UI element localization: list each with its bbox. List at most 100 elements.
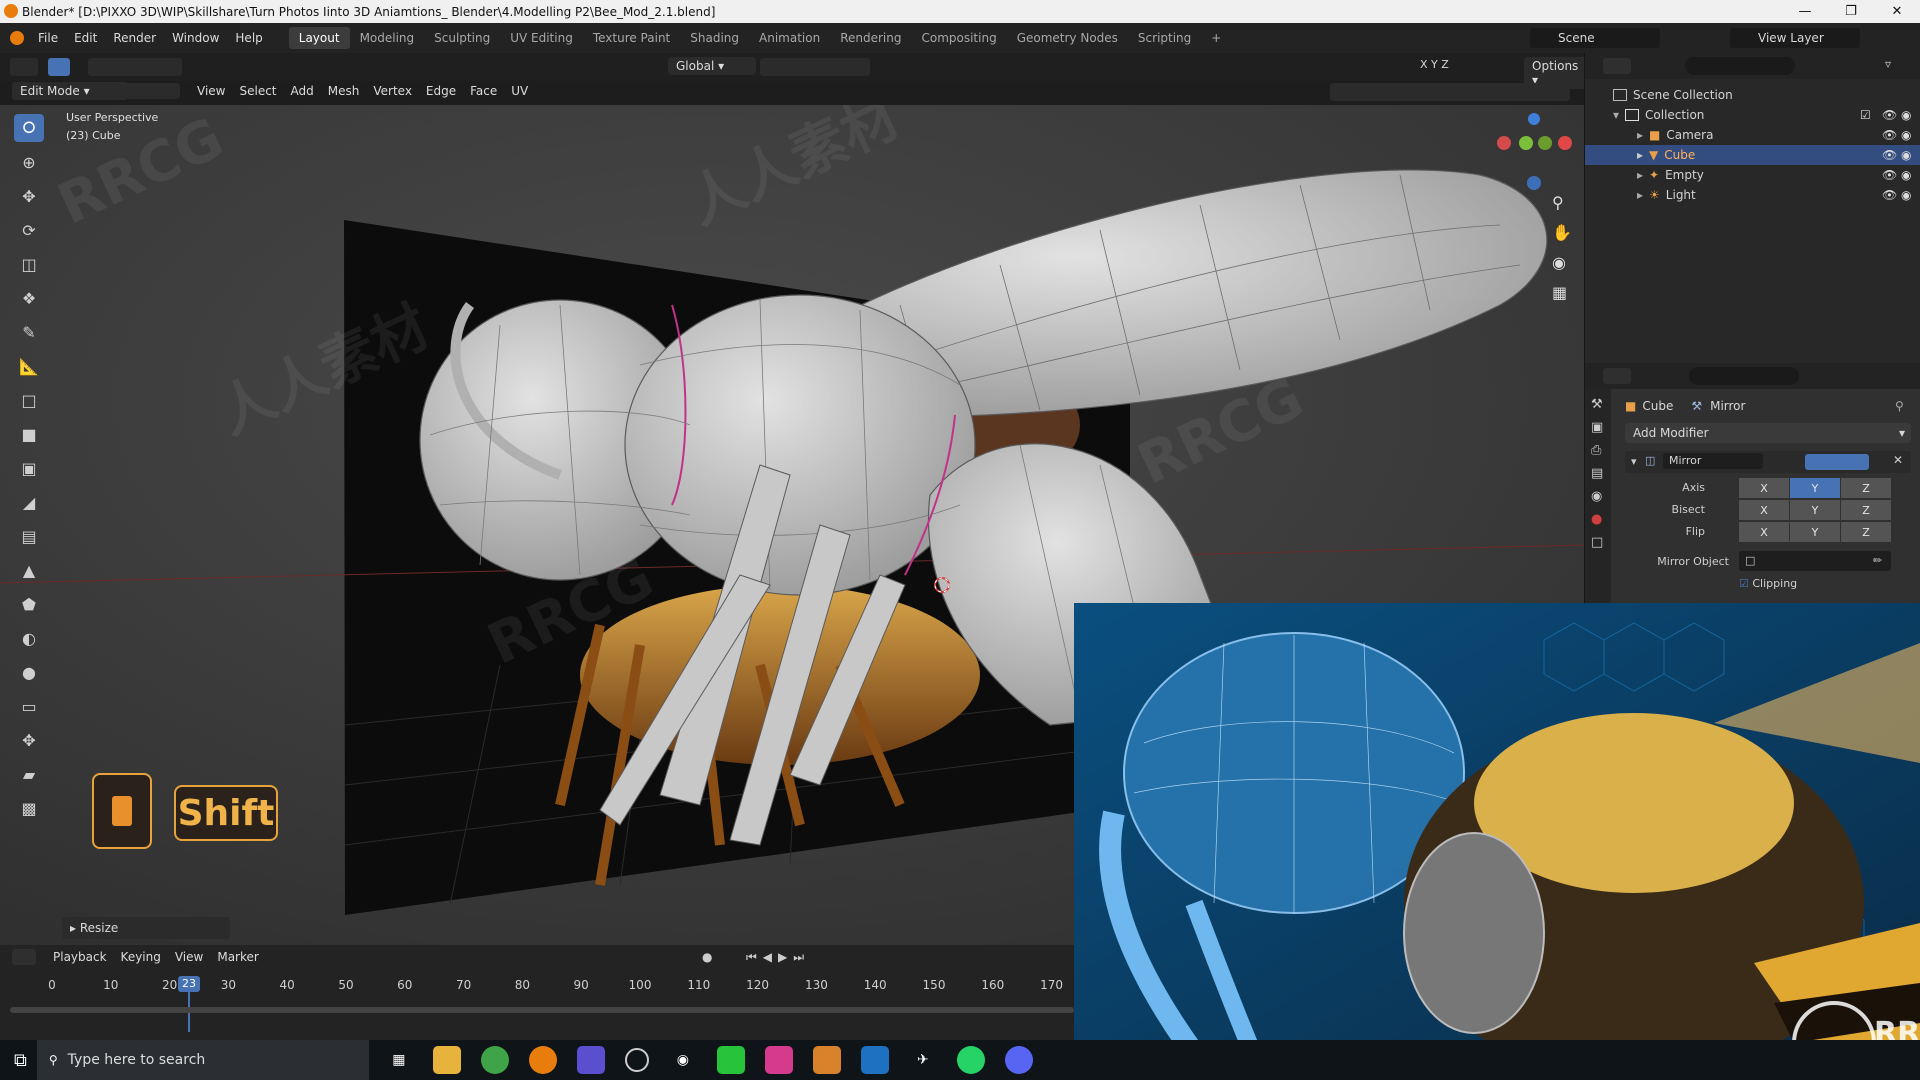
menu-select[interactable]: Select [232, 84, 283, 98]
task-view-icon[interactable]: ▦ [385, 1046, 413, 1074]
snapping-icons[interactable] [760, 58, 870, 76]
scene-selector[interactable]: Scene [1530, 28, 1660, 48]
tab-shading[interactable]: Shading [680, 27, 749, 49]
remove-modifier-icon[interactable]: ✕ [1893, 453, 1903, 467]
tab-compositing[interactable]: Compositing [911, 27, 1006, 49]
menu-add[interactable]: Add [284, 84, 321, 98]
green-app-icon[interactable] [716, 1046, 745, 1074]
world-tab-icon[interactable]: ● [1591, 512, 1605, 527]
modifier-display-toggles[interactable] [1805, 454, 1869, 470]
extrude-tool-icon[interactable]: ■ [14, 420, 44, 448]
expand-arrow-icon[interactable]: ▸ [1637, 128, 1643, 142]
menu-window[interactable]: Window [164, 31, 227, 45]
menu-mesh[interactable]: Mesh [321, 84, 367, 98]
add-modifier-dropdown[interactable]: Add Modifier ▾ [1625, 423, 1911, 443]
transform-orientation-dropdown[interactable]: Global ▾ [668, 57, 756, 75]
outliner-collection[interactable]: ▾ Collection ☑ 👁 ◉ [1585, 105, 1920, 125]
visibility-eye-icon[interactable]: 👁 [1882, 128, 1897, 142]
add-cube-tool-icon[interactable]: □ [14, 386, 44, 414]
bisect-x-toggle[interactable]: X [1739, 500, 1789, 520]
outliner-item-empty[interactable]: ▸ ✦ Empty 👁 ◉ [1585, 165, 1920, 185]
zoom-icon[interactable]: ⚲ [1552, 193, 1576, 217]
tab-layout[interactable]: Layout [288, 27, 350, 49]
tab-rendering[interactable]: Rendering [830, 27, 911, 49]
windows-start-icon[interactable]: ⧉ [14, 1050, 27, 1071]
taskbar-search-box[interactable]: ⚲ Type here to search [36, 1040, 369, 1080]
outliner-scene-collection[interactable]: Scene Collection [1585, 85, 1920, 105]
rotate-tool-icon[interactable]: ⟳ [14, 216, 44, 244]
folder-app-icon[interactable] [812, 1046, 841, 1074]
poly-build-tool-icon[interactable]: ⬟ [14, 590, 44, 618]
shear-tool-icon[interactable]: ▰ [14, 760, 44, 788]
editor-type-icon[interactable] [10, 58, 38, 76]
whatsapp-icon[interactable] [956, 1046, 985, 1074]
tab-uv-editing[interactable]: UV Editing [500, 27, 583, 49]
game-app-icon[interactable]: ✈ [909, 1046, 937, 1074]
smooth-tool-icon[interactable]: ● [14, 658, 44, 686]
render-tab-icon[interactable]: ▣ [1591, 420, 1605, 435]
mirror-axis-labels[interactable]: X Y Z [1420, 58, 1449, 71]
minimize-button[interactable]: — [1782, 0, 1828, 23]
bisect-y-toggle[interactable]: Y [1790, 500, 1840, 520]
shrink-fatten-tool-icon[interactable]: ✥ [14, 726, 44, 754]
collapse-arrow-icon[interactable]: ▾ [1631, 455, 1637, 468]
blue-app-icon[interactable] [860, 1046, 889, 1074]
flip-y-toggle[interactable]: Y [1790, 522, 1840, 542]
flip-z-toggle[interactable]: Z [1841, 522, 1891, 542]
display-mode-icon[interactable] [1603, 58, 1631, 74]
viewport-shading-icons[interactable] [1330, 83, 1570, 101]
spin-tool-icon[interactable]: ◐ [14, 624, 44, 652]
properties-search-input[interactable] [1689, 367, 1799, 385]
transform-tool-icon[interactable]: ❖ [14, 284, 44, 312]
tab-animation[interactable]: Animation [749, 27, 830, 49]
axis-x-toggle[interactable]: X [1739, 478, 1789, 498]
collection-tab-icon[interactable]: □ [1591, 535, 1605, 550]
output-tab-icon[interactable]: ⎙ [1591, 443, 1605, 458]
davinci-icon[interactable] [576, 1046, 605, 1074]
edge-slide-tool-icon[interactable]: ▭ [14, 692, 44, 720]
bisect-z-toggle[interactable]: Z [1841, 500, 1891, 520]
clipping-checkbox[interactable]: ☑ Clipping [1739, 577, 1797, 590]
timeline-ruler[interactable]: 0 10 20 30 40 50 60 70 80 90 100 110 120 130 140 150 160… [0, 945, 1074, 1005]
checkbox-icon[interactable]: ☑ [1860, 108, 1871, 122]
tool-tab-icon[interactable]: ⚒ [1591, 397, 1605, 412]
render-camera-icon[interactable]: ◉ [1901, 188, 1911, 202]
render-camera-icon[interactable]: ◉ [1901, 108, 1911, 122]
pan-hand-icon[interactable]: ✋ [1552, 223, 1576, 247]
render-camera-icon[interactable]: ◉ [1901, 148, 1911, 162]
vertex-edge-face-icons[interactable] [126, 83, 180, 99]
filter-icon[interactable]: ▿ [1885, 57, 1891, 71]
inset-tool-icon[interactable]: ▣ [14, 454, 44, 482]
add-workspace-icon[interactable]: + [1201, 27, 1231, 49]
menu-vertex[interactable]: Vertex [366, 84, 419, 98]
mirror-modifier-header[interactable]: ▾ ◫ Mirror ✕ [1625, 451, 1911, 473]
select-tool-icon[interactable]: ⭘ [14, 114, 44, 142]
visibility-eye-icon[interactable]: 👁 [1882, 168, 1897, 182]
expand-arrow-icon[interactable]: ▸ [1637, 148, 1643, 162]
knife-tool-icon[interactable]: ▲ [14, 556, 44, 584]
cursor-tool-icon[interactable]: ⊕ [14, 148, 44, 176]
blender-menu-icon[interactable] [10, 31, 24, 45]
measure-tool-icon[interactable]: 📐 [14, 352, 44, 380]
menu-edit[interactable]: Edit [66, 31, 105, 45]
loop-cut-tool-icon[interactable]: ▤ [14, 522, 44, 550]
menu-uv[interactable]: UV [504, 84, 535, 98]
menu-file[interactable]: File [30, 31, 66, 45]
modifier-name-field[interactable]: Mirror [1663, 453, 1763, 469]
obs-icon[interactable] [624, 1048, 649, 1072]
outliner-item-cube[interactable]: ▸ ▼ Cube 👁 ◉ [1585, 145, 1920, 165]
blender-taskbar-icon[interactable] [528, 1046, 557, 1074]
move-tool-icon[interactable]: ✥ [14, 182, 44, 210]
timeline-scrollbar[interactable] [10, 1007, 1074, 1013]
axis-z-toggle[interactable]: Z [1841, 478, 1891, 498]
rip-tool-icon[interactable]: ▩ [14, 794, 44, 822]
tab-sculpting[interactable]: Sculpting [424, 27, 500, 49]
mode-dropdown[interactable]: Edit Mode ▾ [12, 82, 128, 100]
operator-panel[interactable]: ▸ Resize [62, 917, 230, 939]
camera-view-icon[interactable]: ◉ [1552, 253, 1576, 277]
menu-help[interactable]: Help [227, 31, 270, 45]
expand-arrow-icon[interactable]: ▾ [1613, 108, 1619, 122]
menu-face[interactable]: Face [463, 84, 504, 98]
mirror-object-field[interactable]: □ ✏ [1739, 551, 1891, 571]
render-camera-icon[interactable]: ◉ [1901, 128, 1911, 142]
